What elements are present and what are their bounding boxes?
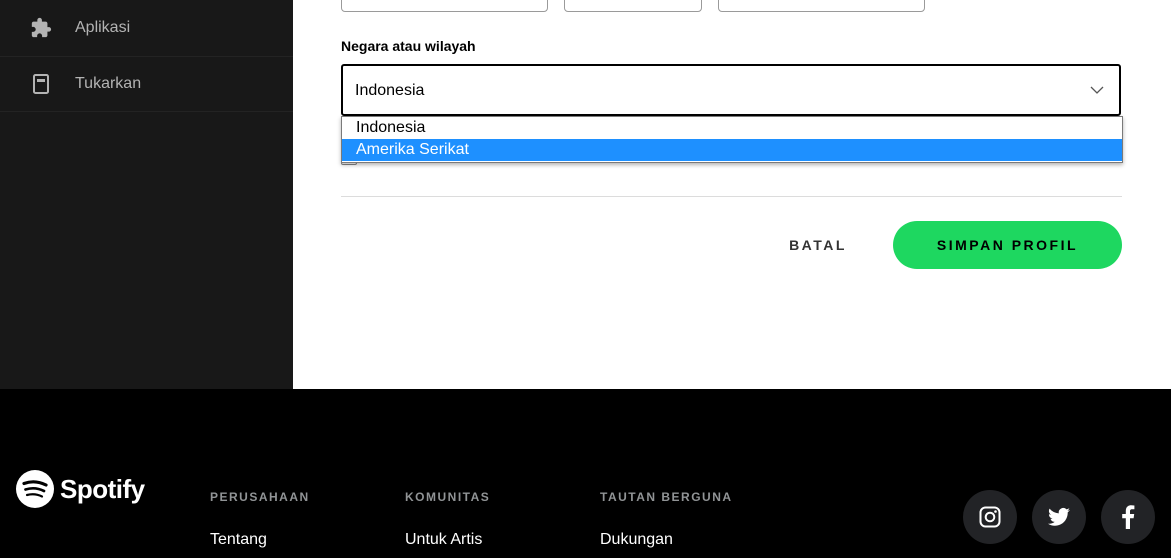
instagram-icon: [979, 506, 1001, 528]
redeem-card-icon: [30, 73, 52, 95]
facebook-icon: [1122, 505, 1135, 529]
country-option-amerika-serikat[interactable]: Amerika Serikat: [342, 139, 1122, 161]
instagram-button[interactable]: [963, 490, 1017, 544]
date-day-field[interactable]: [341, 0, 548, 12]
footer: Spotify PERUSAHAAN Tentang KOMUNITAS Unt…: [0, 389, 1171, 558]
footer-column-community: KOMUNITAS Untuk Artis: [405, 490, 491, 548]
footer-link-tentang[interactable]: Tentang: [210, 531, 267, 549]
twitter-button[interactable]: [1032, 490, 1086, 544]
spotify-logo[interactable]: Spotify: [15, 469, 145, 509]
save-profile-button[interactable]: SIMPAN PROFIL: [893, 221, 1122, 269]
country-select-value: Indonesia: [355, 82, 425, 99]
puzzle-icon: [30, 17, 52, 39]
chevron-down-icon: [1090, 86, 1104, 94]
footer-link-dukungan[interactable]: Dukungan: [600, 531, 673, 549]
twitter-icon: [1048, 507, 1070, 526]
country-dropdown-list: Indonesia Amerika Serikat: [341, 116, 1123, 163]
country-label: Negara atau wilayah: [341, 38, 476, 54]
footer-heading: TAUTAN BERGUNA: [600, 490, 733, 504]
facebook-button[interactable]: [1101, 490, 1155, 544]
country-select[interactable]: Indonesia: [341, 64, 1121, 116]
brand-name: Spotify: [60, 473, 145, 504]
footer-column-company: PERUSAHAAN Tentang: [210, 490, 310, 548]
country-option-indonesia[interactable]: Indonesia: [342, 117, 1122, 139]
footer-column-useful-links: TAUTAN BERGUNA Dukungan: [600, 490, 733, 548]
date-month-field[interactable]: [564, 0, 702, 12]
profile-form-panel: Negara atau wilayah Indonesia Indonesia …: [293, 0, 1171, 389]
spotify-icon: [16, 470, 54, 508]
sidebar-item-aplikasi[interactable]: Aplikasi: [0, 0, 293, 55]
sidebar: Aplikasi Tukarkan: [0, 0, 293, 389]
sidebar-item-tukarkan[interactable]: Tukarkan: [0, 56, 293, 111]
footer-link-untuk-artis[interactable]: Untuk Artis: [405, 531, 482, 549]
cancel-button[interactable]: BATAL: [763, 226, 873, 264]
footer-heading: KOMUNITAS: [405, 490, 491, 504]
divider: [341, 196, 1122, 197]
sidebar-item-label: Tukarkan: [75, 74, 142, 92]
date-year-field[interactable]: [718, 0, 925, 12]
sidebar-item-label: Aplikasi: [75, 18, 131, 36]
sidebar-divider: [0, 111, 293, 112]
footer-heading: PERUSAHAAN: [210, 490, 310, 504]
